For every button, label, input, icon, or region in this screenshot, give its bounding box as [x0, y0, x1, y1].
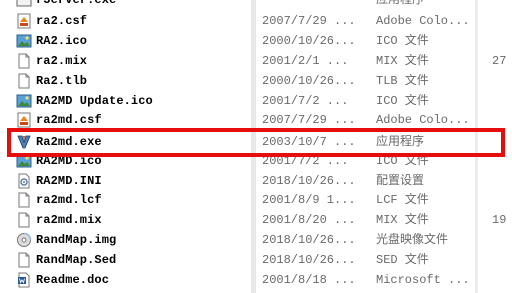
file-date: 2000/10/26...	[262, 74, 356, 88]
file-row[interactable]: Readme.doc 2001/8/18 ... Microsoft ...	[0, 271, 512, 290]
file-type: ICO 文件	[376, 154, 429, 168]
file-date: 2001/8/9 1...	[262, 193, 356, 207]
file-type: MIX 文件	[376, 213, 429, 227]
file-type: ICO 文件	[376, 34, 429, 48]
blank-file-icon	[18, 212, 30, 228]
file-type: 应用程序	[376, 135, 425, 149]
file-size: 27	[492, 54, 507, 68]
file-row[interactable]: RA2MD.INI 2018/10/26... 配置设置	[0, 172, 512, 191]
file-row[interactable]: RA2.ico 2000/10/26... ICO 文件	[0, 32, 512, 51]
file-row[interactable]: ra2md.mix 2001/8/20 ... MIX 文件 19	[0, 211, 512, 230]
file-type: ICO 文件	[376, 94, 429, 108]
file-name: RandMap.img	[36, 233, 117, 247]
file-name: RA2MD Update.ico	[36, 94, 153, 108]
file-type: SED 文件	[376, 253, 429, 267]
file-date: 2001/8/20 ...	[262, 213, 356, 227]
file-date: 2007/7/29 ...	[262, 113, 356, 127]
blank-file-icon	[18, 192, 30, 208]
file-type: MIX 文件	[376, 54, 429, 68]
file-name: ra2.csf	[36, 14, 88, 28]
adobe-color-file-icon	[17, 112, 31, 128]
file-date: 2007/7/29 ...	[262, 14, 356, 28]
file-type: LCF 文件	[376, 193, 429, 207]
file-name: Ra2.tlb	[36, 74, 88, 88]
file-date: 2018/10/26...	[262, 253, 356, 267]
file-date: 2003/10/7 ...	[262, 135, 356, 149]
file-row[interactable]: ra2md.lcf 2001/8/9 1... LCF 文件	[0, 191, 512, 210]
disc-image-icon	[17, 232, 32, 247]
file-date: 2001/2/1 ...	[262, 54, 349, 68]
file-type: 光盘映像文件	[376, 233, 449, 247]
file-date: 2001/7/2 ...	[262, 94, 349, 108]
file-name: ra2md.csf	[36, 113, 102, 127]
file-type: TLB 文件	[376, 74, 429, 88]
file-name: RandMap.Sed	[36, 253, 117, 267]
application-icon	[17, 135, 31, 149]
file-size: 19	[492, 213, 507, 227]
file-name: r3erver.exe	[36, 0, 117, 7]
file-row[interactable]: ra2.mix 2001/2/1 ... MIX 文件 27	[0, 52, 512, 71]
file-date: 2018/10/26...	[262, 174, 356, 188]
blank-file-icon	[18, 252, 30, 268]
file-name: RA2MD.ico	[36, 154, 102, 168]
image-icon	[16, 94, 32, 108]
file-row[interactable]: ra2md.csf 2007/7/29 ... Adobe Colo...	[0, 111, 512, 130]
file-name: Readme.doc	[36, 273, 110, 287]
file-type: Adobe Colo...	[376, 113, 470, 127]
file-date: 2001/8/18 ...	[262, 273, 356, 287]
file-type: 应用程序	[376, 0, 425, 7]
image-icon	[16, 34, 32, 48]
blank-file-icon	[18, 53, 30, 69]
file-name: RA2MD.INI	[36, 174, 102, 188]
image-icon	[16, 154, 32, 168]
file-row[interactable]: RA2MD.ico 2001/7/2 ... ICO 文件	[0, 152, 512, 171]
file-row[interactable]: RA2MD Update.ico 2001/7/2 ... ICO 文件	[0, 92, 512, 111]
application-icon	[16, 0, 32, 7]
file-row[interactable]: r3erver.exe 应用程序	[0, 0, 512, 10]
file-date: 2001/7/2 ...	[262, 154, 349, 168]
file-name: ra2md.lcf	[36, 193, 102, 207]
file-name: ra2.mix	[36, 54, 88, 68]
file-row[interactable]: Ra2md.exe 2003/10/7 ... 应用程序	[0, 133, 512, 152]
file-list: r3erver.exe 应用程序 ra2.csf 2007/7/29 ... A…	[0, 0, 512, 293]
file-date: 2018/10/26...	[262, 233, 356, 247]
blank-file-icon	[18, 73, 30, 89]
file-row[interactable]: Ra2.tlb 2000/10/26... TLB 文件	[0, 72, 512, 91]
file-name: ra2md.mix	[36, 213, 102, 227]
file-name: Ra2md.exe	[36, 135, 102, 149]
file-row[interactable]: RandMap.img 2018/10/26... 光盘映像文件	[0, 231, 512, 250]
adobe-color-file-icon	[17, 13, 31, 29]
file-type: Microsoft ...	[376, 273, 470, 287]
file-row[interactable]: ra2.csf 2007/7/29 ... Adobe Colo...	[0, 12, 512, 31]
file-date: 2000/10/26...	[262, 34, 356, 48]
file-type: Adobe Colo...	[376, 14, 470, 28]
file-type: 配置设置	[376, 174, 425, 188]
word-document-icon	[18, 272, 30, 288]
file-row[interactable]: RandMap.Sed 2018/10/26... SED 文件	[0, 251, 512, 270]
file-name: RA2.ico	[36, 34, 88, 48]
ini-settings-icon	[18, 173, 30, 189]
